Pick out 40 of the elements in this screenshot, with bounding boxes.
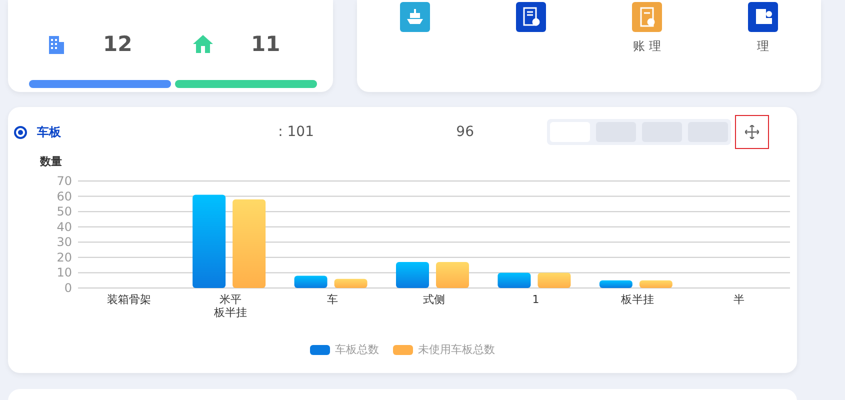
stat-text: 96 — [455, 124, 474, 140]
tick-label: 60 — [56, 189, 72, 204]
tick-label: 30 — [56, 235, 72, 250]
shortcut-icon[interactable] — [516, 2, 546, 32]
radio-label: 车板 — [37, 124, 61, 140]
tick-label: 40 — [56, 220, 72, 234]
bar — [599, 280, 632, 288]
shortcut-label: 理 — [757, 38, 769, 55]
radio-button[interactable] — [14, 126, 27, 138]
move-icon — [745, 125, 759, 139]
category-label: 车 — [326, 293, 338, 306]
bar — [334, 278, 368, 288]
bar — [396, 262, 429, 288]
category-label: 式侧 — [423, 293, 445, 306]
bar — [639, 280, 672, 288]
move-button[interactable] — [735, 115, 769, 149]
tick-label: 0 — [64, 281, 72, 295]
stat-value: 12 — [103, 32, 132, 56]
bar — [436, 262, 469, 288]
legend-swatch — [310, 344, 330, 354]
shortcut-label: 账 理 — [633, 38, 661, 55]
shortcut-icon[interactable] — [748, 2, 778, 32]
bar — [294, 276, 328, 288]
category-label: 米平板半挂 — [214, 293, 248, 319]
legend-item[interactable]: 未使用车板总数 — [393, 342, 495, 357]
tick-label: 20 — [56, 250, 72, 264]
tick-label: 70 — [56, 174, 72, 188]
category-label: 半 — [734, 293, 745, 306]
tick-label: 10 — [56, 266, 72, 280]
category-label: 装箱骨架 — [106, 293, 151, 306]
category-label: 板半挂 — [620, 293, 654, 306]
legend-swatch — [393, 344, 413, 354]
bar — [498, 272, 531, 288]
stat-text: : 101 — [277, 124, 314, 140]
category-label: 1 — [532, 293, 540, 306]
tick-label: 50 — [56, 204, 72, 219]
stat-value: 11 — [251, 32, 280, 56]
legend-item[interactable]: 车板总数 — [310, 342, 379, 357]
bar — [538, 272, 571, 288]
axis-title: 数量 — [40, 155, 62, 168]
